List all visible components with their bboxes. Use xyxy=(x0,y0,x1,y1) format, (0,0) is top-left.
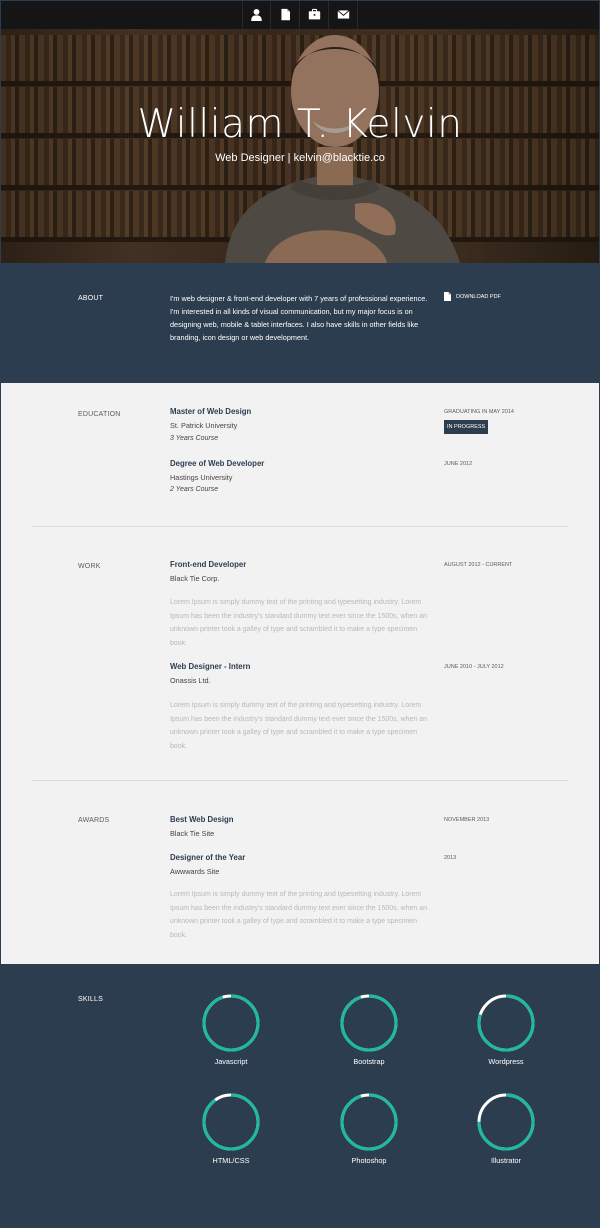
work-date: AUGUST 2012 - CURRENT xyxy=(444,562,513,568)
award-title: Best Web Design xyxy=(170,815,234,824)
skill-ring-progress xyxy=(202,994,260,1052)
award-source: Black Tie Site xyxy=(170,829,215,838)
skill-name: Photoshop xyxy=(351,1156,387,1165)
section-label-skills: SKILLS xyxy=(78,996,103,1003)
skill-ring-progress xyxy=(340,994,398,1052)
nav-resume-link[interactable] xyxy=(271,0,300,29)
skill-chart: Illustrator xyxy=(476,1092,536,1165)
skill-name: Illustrator xyxy=(490,1156,521,1165)
education-title: Degree of Web Developer xyxy=(170,459,265,468)
skill-name: Bootstrap xyxy=(353,1057,385,1066)
skill-name: Wordpress xyxy=(488,1057,524,1066)
section-label-about: ABOUT xyxy=(78,295,104,302)
download-pdf-label: DOWNLOAD PDF xyxy=(456,293,501,300)
skill-ring-progress xyxy=(340,1093,398,1151)
work-company: Black Tie Corp. xyxy=(170,574,220,583)
section-label-work: WORK xyxy=(78,563,101,570)
skill-ring xyxy=(202,1093,260,1151)
work-description: Lorem Ipsum is simply dummy text of the … xyxy=(170,702,427,750)
skill-chart: Javascript xyxy=(201,993,261,1066)
hero-banner: William T. Kelvin Web Designer | kelvin@… xyxy=(0,29,600,263)
skill-ring xyxy=(477,994,535,1052)
download-pdf-link[interactable]: DOWNLOAD PDF xyxy=(444,292,501,301)
work-title: Web Designer - Intern xyxy=(170,662,251,671)
work-company: Onassis Ltd. xyxy=(170,676,211,685)
award-source: Awwwards Site xyxy=(170,867,220,876)
status-badge: IN PROGRESS xyxy=(444,420,489,434)
education-school: St. Patrick University xyxy=(170,421,238,430)
skill-chart: Wordpress xyxy=(476,993,536,1066)
hero-subtitle: Web Designer | kelvin@blacktie.co xyxy=(215,152,385,164)
education-date: JUNE 2012 xyxy=(444,461,473,467)
work-description: Lorem Ipsum is simply dummy text of the … xyxy=(170,599,427,647)
skill-chart: HTML/CSS xyxy=(201,1092,261,1165)
top-nav xyxy=(0,0,600,29)
skill-ring xyxy=(477,1093,535,1151)
education-section: EDUCATION Master of Web Design St. Patri… xyxy=(0,383,600,526)
user-icon xyxy=(251,8,262,21)
work-title: Front-end Developer xyxy=(170,560,247,569)
education-school: Hastings University xyxy=(170,473,233,482)
section-label-awards: AWARDS xyxy=(78,817,110,824)
skill-name: Javascript xyxy=(214,1057,248,1066)
work-section: WORK Front-end Developer Black Tie Corp.… xyxy=(0,527,600,780)
nav-contact-link[interactable] xyxy=(329,0,358,29)
briefcase-icon xyxy=(308,8,320,20)
skill-chart: Photoshop xyxy=(339,1092,399,1165)
section-label-education: EDUCATION xyxy=(78,411,121,418)
skill-ring xyxy=(340,994,398,1052)
award-description: Lorem Ipsum is simply dummy text of the … xyxy=(170,891,427,939)
hero-name: William T. Kelvin xyxy=(137,102,463,147)
skill-name: HTML/CSS xyxy=(212,1156,250,1165)
skill-ring xyxy=(202,994,260,1052)
education-duration: 3 Years Course xyxy=(170,435,219,442)
award-date: NOVEMBER 2013 xyxy=(444,817,490,823)
skill-ring-progress xyxy=(202,1093,260,1151)
document-icon xyxy=(444,292,451,301)
skill-ring xyxy=(340,1093,398,1151)
about-section: ABOUT I'm web designer & front-end devel… xyxy=(0,263,600,383)
skill-chart: Bootstrap xyxy=(339,993,399,1066)
education-title: Master of Web Design xyxy=(170,407,252,416)
work-date: JUNE 2010 - JULY 2012 xyxy=(444,664,504,670)
education-date: GRADUATING IN MAY 2014 xyxy=(444,409,514,415)
document-icon xyxy=(280,8,290,21)
education-duration: 2 Years Course xyxy=(170,486,219,493)
nav-portfolio-link[interactable] xyxy=(300,0,329,29)
envelope-icon xyxy=(336,10,350,19)
awards-section: AWARDS Best Web Design Black Tie Site NO… xyxy=(0,781,600,964)
about-text: I'm web designer & front-end developer w… xyxy=(170,294,428,342)
award-title: Designer of the Year xyxy=(170,853,246,862)
nav-user-link[interactable] xyxy=(242,0,271,29)
skills-section: SKILLS Javascript Bootstrap Wordpress HTML/… xyxy=(0,964,600,1228)
award-date: 2013 xyxy=(444,855,457,861)
